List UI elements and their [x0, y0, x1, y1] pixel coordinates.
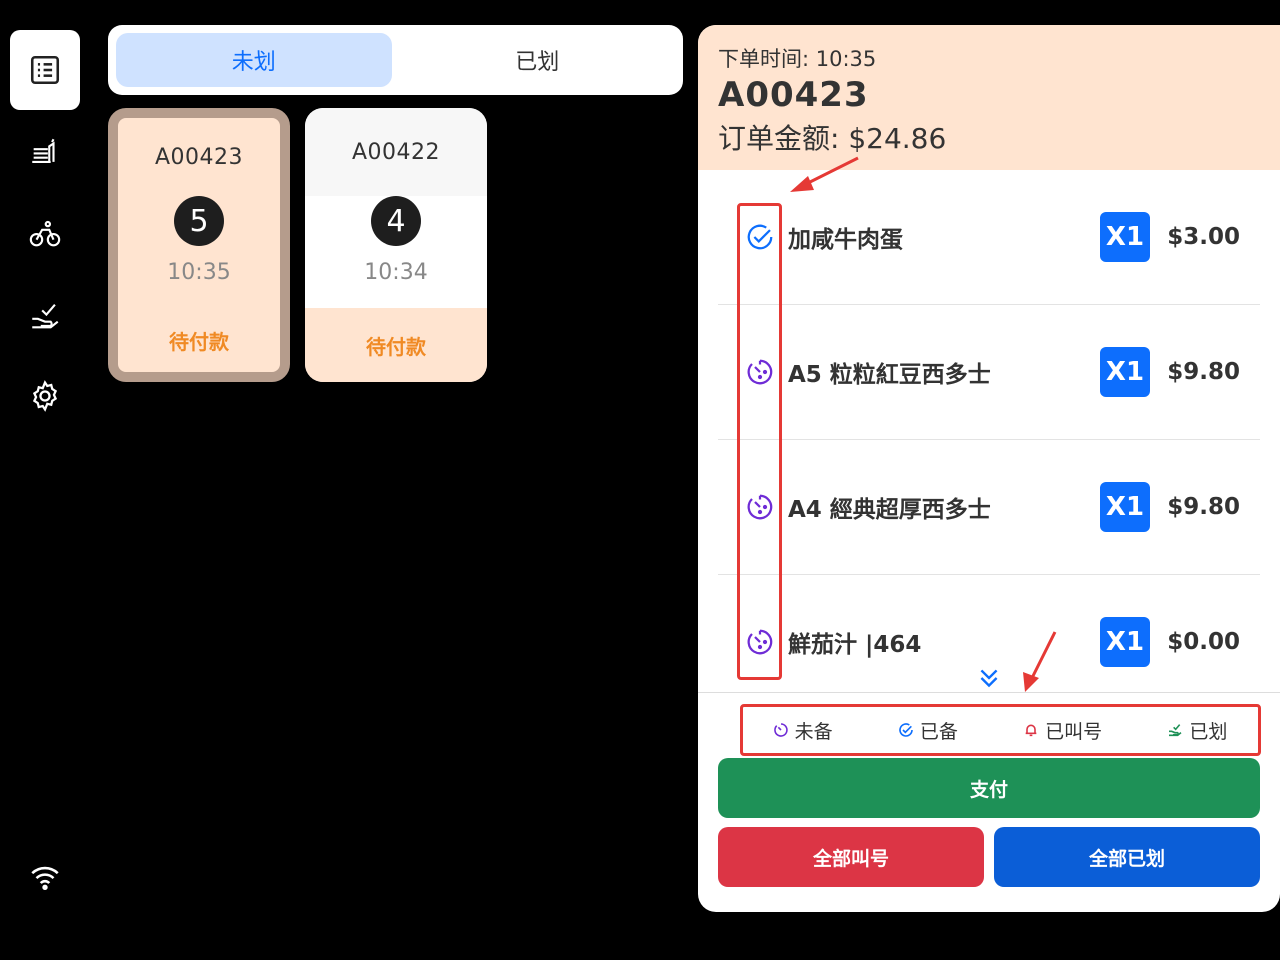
wifi-status: [10, 836, 80, 916]
item-price: $9.80: [1167, 359, 1240, 385]
order-card-number: 4: [371, 196, 421, 246]
order-items-list[interactable]: 加咸牛肉蛋 X1 $3.00 A5 粒粒紅豆西多士 X1 $9.80 A4 經典…: [718, 170, 1260, 690]
gear-icon: [32, 380, 58, 412]
order-card-selected[interactable]: A00423 5 10:35 待付款: [108, 108, 290, 382]
sidebar-item-served[interactable]: [10, 276, 80, 356]
order-card[interactable]: A00422 4 10:34 待付款: [305, 108, 487, 382]
item-qty: X1: [1100, 212, 1150, 262]
annotation-arrow-icon: [790, 156, 859, 192]
divider: [698, 692, 1280, 693]
order-card-status: 待付款: [305, 308, 487, 382]
order-card-id: A00423: [154, 144, 244, 170]
order-time: 下单时间: 10:35: [718, 47, 877, 71]
sidebar-item-kitchen[interactable]: [10, 112, 80, 192]
wifi-icon: [31, 866, 59, 891]
item-name: A5 粒粒紅豆西多士: [788, 362, 991, 388]
annotation-arrow-icon: [1023, 631, 1057, 692]
item-name: 加咸牛肉蛋: [788, 227, 903, 253]
sidebar-item-orders[interactable]: [10, 30, 80, 110]
tab-marked[interactable]: 已划: [400, 33, 676, 87]
item-price: $0.00: [1167, 629, 1240, 655]
call-all-button[interactable]: 全部叫号: [718, 827, 984, 887]
item-name: A4 經典超厚西多士: [788, 497, 991, 523]
item-qty: X1: [1100, 482, 1150, 532]
kitchen-icon: [32, 138, 55, 163]
item-price: $3.00: [1167, 224, 1240, 250]
item-qty: X1: [1100, 617, 1150, 667]
sidebar-item-delivery[interactable]: [10, 194, 80, 274]
served-hand-icon: [32, 303, 59, 329]
item-qty: X1: [1100, 347, 1150, 397]
item-price: $9.80: [1167, 494, 1240, 520]
annotation-box-legend: [740, 704, 1261, 756]
sidebar-item-settings[interactable]: [10, 356, 80, 436]
delivery-bike-icon: [29, 220, 61, 247]
pay-button[interactable]: 支付: [718, 758, 1260, 818]
sidebar: [0, 0, 90, 960]
annotation-box-status-icons: [737, 203, 782, 680]
order-card-time: 10:35: [167, 260, 231, 285]
order-card-time: 10:34: [364, 260, 428, 285]
order-list-icon: [30, 55, 60, 85]
double-chevron-down-icon[interactable]: [976, 665, 1002, 691]
order-tabs: 未划 已划: [108, 25, 683, 95]
order-card-number: 5: [174, 196, 224, 246]
order-detail-header: 下单时间: 10:35 A00423 订单金额: $24.86: [698, 25, 1280, 170]
order-id: A00423: [718, 75, 869, 115]
tab-unmarked[interactable]: 未划: [116, 33, 392, 87]
list-item[interactable]: A4 經典超厚西多士 X1 $9.80: [718, 440, 1260, 575]
mark-all-button[interactable]: 全部已划: [994, 827, 1260, 887]
list-item[interactable]: A5 粒粒紅豆西多士 X1 $9.80: [718, 305, 1260, 440]
order-card-id: A00422: [305, 108, 487, 196]
order-card-status: 待付款: [169, 329, 229, 354]
